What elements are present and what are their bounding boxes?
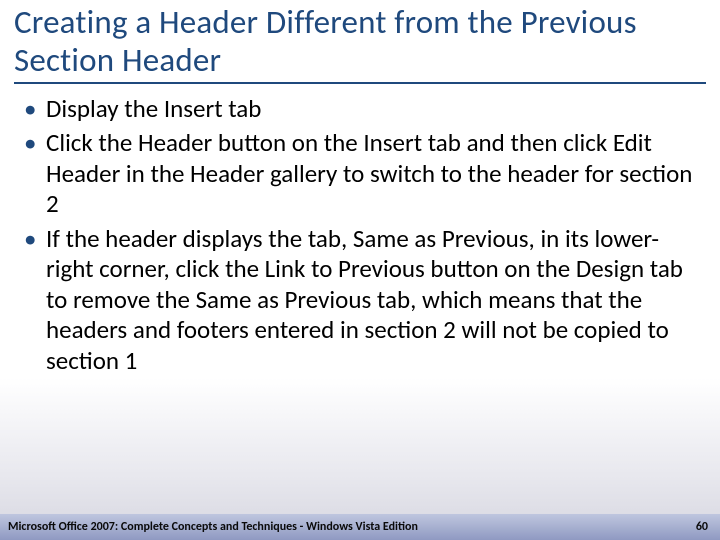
slide-body: Display the Insert tab Click the Header … <box>14 94 706 377</box>
bullet-list: Display the Insert tab Click the Header … <box>20 94 706 377</box>
page-number: 60 <box>696 520 708 534</box>
list-item: If the header displays the tab, Same as … <box>20 224 706 377</box>
footer-text: Microsoft Office 2007: Complete Concepts… <box>8 520 418 534</box>
slide: Creating a Header Different from the Pre… <box>0 0 720 540</box>
list-item: Display the Insert tab <box>20 94 706 125</box>
slide-footer: Microsoft Office 2007: Complete Concepts… <box>0 514 720 540</box>
list-item: Click the Header button on the Insert ta… <box>20 128 706 220</box>
slide-title: Creating a Header Different from the Pre… <box>14 4 706 84</box>
